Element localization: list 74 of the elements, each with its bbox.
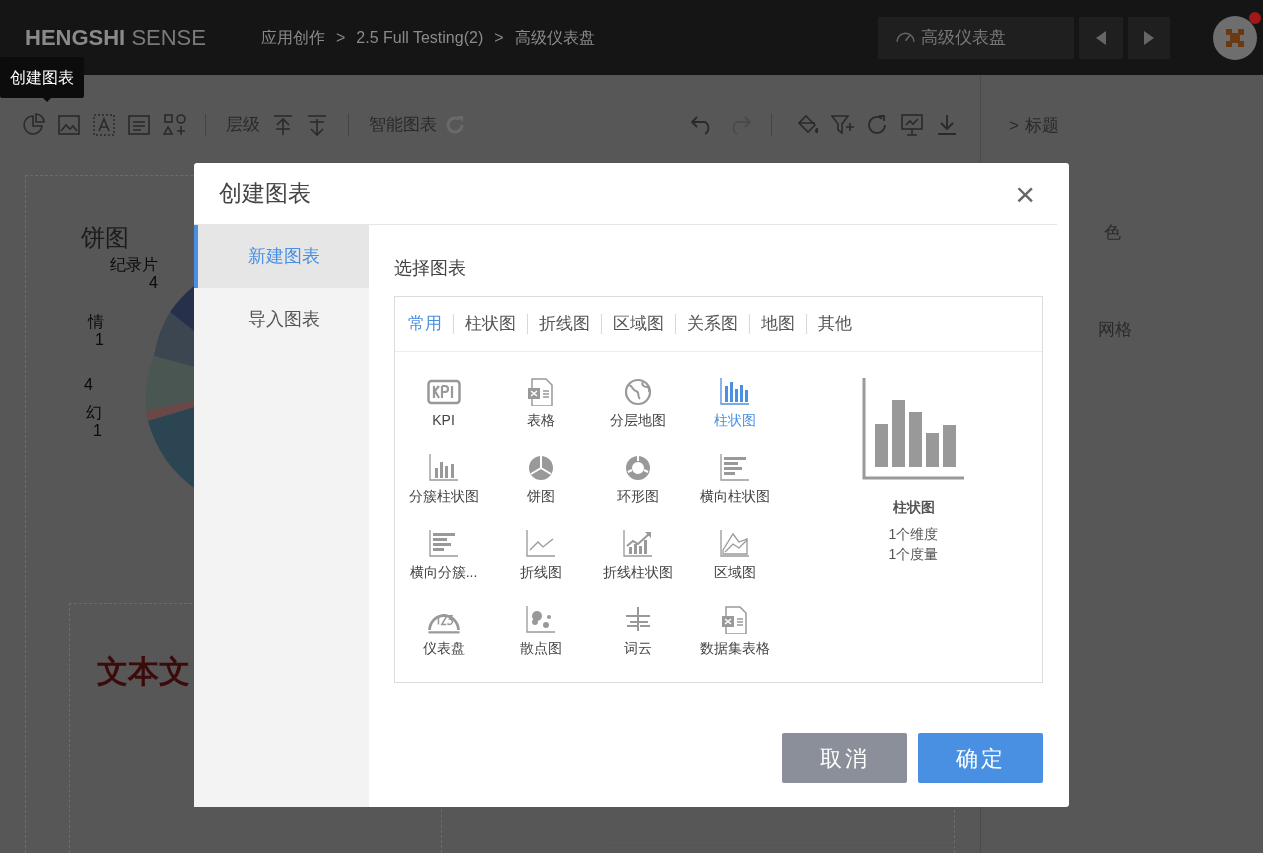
chart-category-tab[interactable]: 其他	[807, 311, 863, 337]
paint-bucket-icon[interactable]	[796, 114, 820, 136]
chart-type-option[interactable]: 表格	[492, 376, 589, 452]
sidebar-item[interactable]: 导入图表	[194, 288, 369, 351]
bar-chart-icon	[426, 452, 461, 482]
chart-type-option[interactable]: 数据集表格	[686, 604, 783, 680]
chart-type-option[interactable]: KPI	[395, 376, 492, 452]
chart-type-option[interactable]: 折线图	[492, 528, 589, 604]
close-button[interactable]: ×	[1015, 176, 1035, 211]
chart-type-option[interactable]: 折线柱状图	[589, 528, 686, 604]
filter-add-icon[interactable]	[831, 114, 855, 136]
gauge-icon	[896, 32, 915, 43]
line-chart-icon	[523, 528, 558, 558]
breadcrumb-link[interactable]: 2.5 Full Testing(2)	[356, 25, 484, 50]
triangle-right-icon	[1144, 30, 1154, 45]
chart-type-option[interactable]: 饼图	[492, 452, 589, 528]
data-value: 4	[84, 376, 93, 394]
bar-chart-icon	[717, 376, 752, 406]
horizontal-bar-chart-icon	[717, 452, 752, 482]
bring-forward-icon[interactable]	[272, 114, 294, 136]
text-content: 文本文	[97, 653, 190, 691]
breadcrumb-separator: >	[494, 27, 504, 48]
chart-category-tab[interactable]: 折线图	[528, 311, 601, 337]
data-label: 纪录片	[110, 256, 158, 274]
chart-title: 饼图	[81, 223, 129, 253]
section-title: 选择图表	[394, 257, 467, 280]
chart-type-option[interactable]: 散点图	[492, 604, 589, 680]
combo-chart-icon	[620, 528, 655, 558]
pie-chart-icon[interactable]	[22, 113, 46, 137]
text-box-icon[interactable]	[93, 114, 115, 136]
chart-type-option[interactable]: 环形图	[589, 452, 686, 528]
avatar[interactable]	[1213, 15, 1257, 60]
preview-title: 柱状图	[892, 498, 935, 517]
chart-type-option[interactable]: 横向分簇...	[395, 528, 492, 604]
preview-detail: 1个度量	[888, 545, 939, 564]
breadcrumb-link[interactable]: 应用创作	[261, 25, 325, 50]
data-value: 1	[95, 331, 104, 349]
data-label: 幻	[86, 404, 102, 422]
chart-type-option[interactable]: 分层地图	[589, 376, 686, 452]
shapes-icon[interactable]	[163, 113, 187, 137]
send-backward-icon[interactable]	[306, 114, 328, 136]
presentation-icon[interactable]	[900, 114, 924, 136]
chart-category-tab[interactable]: 地图	[750, 311, 806, 337]
dialog-title: 创建图表	[219, 179, 311, 209]
preview-detail: 1个维度	[888, 525, 939, 544]
area-chart-icon	[717, 528, 752, 558]
image-icon[interactable]	[58, 115, 80, 135]
chart-type-option[interactable]: 区域图	[686, 528, 783, 604]
tooltip: 创建图表	[0, 57, 84, 98]
previous-button[interactable]	[1079, 16, 1123, 59]
bar-chart-preview-icon	[861, 378, 966, 480]
logo-text[interactable]: HENGSHI SENSE	[25, 25, 206, 50]
chart-type-option[interactable]: 词云	[589, 604, 686, 680]
download-icon[interactable]	[936, 114, 958, 136]
scatter-plot-icon	[523, 604, 558, 634]
breadcrumb-separator: >	[336, 27, 346, 48]
chart-type-option[interactable]: 横向柱状图	[686, 452, 783, 528]
data-label: 情	[88, 313, 104, 331]
chart-category-tab[interactable]: 柱状图	[454, 311, 527, 337]
chart-type-option[interactable]: 分簇柱状图	[395, 452, 492, 528]
data-value: 4	[149, 274, 158, 292]
next-button[interactable]	[1128, 16, 1170, 59]
selector-text: 高级仪表盘	[921, 26, 1006, 49]
reload-icon[interactable]	[866, 114, 888, 136]
list-icon[interactable]	[128, 115, 150, 135]
triangle-left-icon	[1096, 30, 1106, 45]
chart-type-option[interactable]: 仪表盘	[395, 604, 492, 680]
chart-category-tab[interactable]: 区域图	[602, 311, 675, 337]
horizontal-bar-chart-icon	[426, 528, 461, 558]
chart-category-tab[interactable]: 关系图	[676, 311, 749, 337]
dashboard-selector[interactable]: 高级仪表盘	[878, 16, 1074, 59]
breadcrumb-link[interactable]: 高级仪表盘	[514, 25, 595, 50]
data-value: 1	[93, 422, 102, 440]
gauge-icon	[426, 614, 461, 634]
